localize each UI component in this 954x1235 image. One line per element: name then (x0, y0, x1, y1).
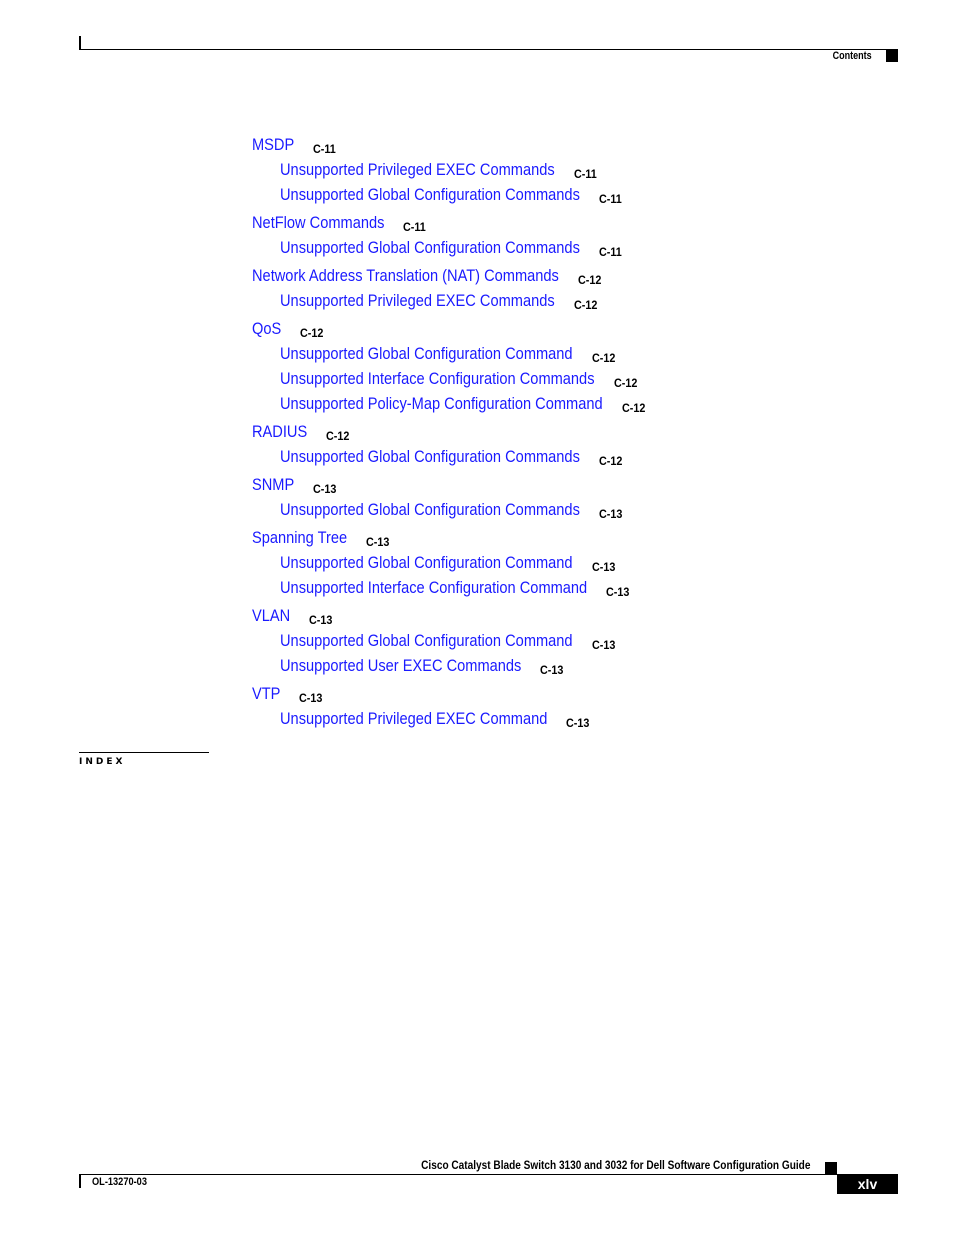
toc-page-number: C-13 (366, 535, 390, 549)
toc-link[interactable]: Unsupported Global Configuration Command (280, 631, 573, 651)
toc-page-number: C-11 (598, 245, 622, 259)
toc-page-number: C-11 (313, 142, 337, 156)
toc-link[interactable]: Spanning Tree (252, 528, 347, 548)
toc-link[interactable]: VLAN (252, 606, 290, 626)
toc-entry-subsection: Unsupported Interface Configuration Comm… (280, 369, 646, 390)
toc-entry-section: MSDP C-11 (252, 135, 336, 156)
toc-entry-subsection: Unsupported Global Configuration Command… (280, 553, 620, 574)
toc-link[interactable]: Unsupported Interface Configuration Comm… (280, 369, 595, 389)
toc-page-number: C-11 (598, 192, 622, 206)
toc-link[interactable]: Unsupported Global Configuration Command… (280, 238, 580, 258)
toc-link[interactable]: RADIUS (252, 422, 307, 442)
toc-entry-subsection: Unsupported Interface Configuration Comm… (280, 578, 637, 599)
toc-entry-subsection: Unsupported Privileged EXEC Commands C-12 (280, 291, 599, 312)
toc-page-number: C-13 (313, 482, 337, 496)
toc-link[interactable]: Unsupported Policy-Map Configuration Com… (280, 394, 603, 414)
toc-entry-section: VTP C-13 (252, 684, 323, 705)
toc-page-number: C-12 (573, 298, 598, 312)
toc-link[interactable]: VTP (252, 684, 280, 704)
toc-link[interactable]: Unsupported Global Configuration Command… (280, 500, 580, 520)
toc-link[interactable]: Unsupported Global Configuration Command (280, 344, 573, 364)
toc-entry-section: NetFlow Commands C-11 (252, 213, 426, 234)
footer-rule (79, 1174, 898, 1175)
toc-link[interactable]: Unsupported Interface Configuration Comm… (280, 578, 587, 598)
toc-page-number: C-11 (403, 220, 427, 234)
header-marker-block (886, 50, 898, 62)
toc-link[interactable]: QoS (252, 319, 281, 339)
toc-page-number: C-13 (566, 716, 590, 730)
toc-page-number: C-12 (621, 401, 646, 415)
footer-page-number: xlv (837, 1174, 898, 1194)
footer-guide-title: Cisco Catalyst Blade Switch 3130 and 303… (420, 1158, 810, 1172)
toc-entry-subsection: Unsupported Privileged EXEC Commands C-11 (280, 160, 599, 181)
toc-entry-subsection: Unsupported Privileged EXEC Command C-13 (280, 709, 591, 730)
toc-page-number: C-12 (577, 273, 602, 287)
footer-doc-number: OL-13270-03 (92, 1176, 147, 1188)
toc-entry-section: SNMP C-13 (252, 475, 337, 496)
header-rule (79, 49, 898, 50)
toc-entry-subsection: Unsupported Global Configuration Command… (280, 631, 620, 652)
toc-link[interactable]: Unsupported Global Configuration Command… (280, 447, 580, 467)
footer-rule-vertical (79, 1175, 81, 1188)
toc-link[interactable]: Unsupported Global Configuration Command… (280, 185, 580, 205)
toc-entry-subsection: Unsupported Policy-Map Configuration Com… (280, 394, 655, 415)
toc-entry-subsection: Unsupported User EXEC Commands C-13 (280, 656, 564, 677)
toc-entry-section: Network Address Translation (NAT) Comman… (252, 266, 609, 287)
toc-link[interactable]: Unsupported Global Configuration Command (280, 553, 573, 573)
toc-page-number: C-12 (613, 376, 637, 390)
toc-entry-section: VLAN C-13 (252, 606, 333, 627)
toc-page-number: C-13 (606, 585, 630, 599)
toc-entry-section: RADIUS C-12 (252, 422, 350, 443)
toc-page-number: C-13 (591, 560, 615, 574)
toc-page-number: C-13 (591, 638, 615, 652)
toc-entry-subsection: Unsupported Global Configuration Command… (280, 185, 629, 206)
footer-marker-block (825, 1162, 837, 1174)
toc-entry-subsection: Unsupported Global Configuration Command… (280, 238, 629, 259)
toc-link[interactable]: Unsupported Privileged EXEC Commands (280, 291, 555, 311)
toc-page-number: C-11 (573, 167, 597, 181)
toc-page-number: C-13 (299, 691, 323, 705)
toc-page-number: C-12 (326, 429, 350, 443)
toc-link[interactable]: NetFlow Commands (252, 213, 384, 233)
toc-link[interactable]: Unsupported Privileged EXEC Commands (280, 160, 555, 180)
toc-link[interactable]: MSDP (252, 135, 294, 155)
toc-page-number: C-13 (309, 613, 333, 627)
toc-link[interactable]: Network Address Translation (NAT) Comman… (252, 266, 559, 286)
header-rule-vertical (79, 36, 81, 50)
toc-page-number: C-12 (591, 351, 615, 365)
toc-page-number: C-12 (300, 326, 324, 340)
toc-page-number: C-12 (598, 454, 623, 468)
toc-link[interactable]: SNMP (252, 475, 294, 495)
toc-entry-subsection: Unsupported Global Configuration Command… (280, 500, 629, 521)
toc-entry-subsection: Unsupported Global Configuration Command… (280, 447, 629, 468)
toc-page-number: C-13 (598, 507, 623, 521)
toc-page-number: C-13 (540, 663, 564, 677)
index-heading[interactable]: INDEX (79, 757, 125, 767)
header-section-label: Contents (832, 50, 872, 62)
toc-entry-section: QoS C-12 (252, 319, 324, 340)
toc-link[interactable]: Unsupported Privileged EXEC Command (280, 709, 547, 729)
index-rule (79, 752, 209, 753)
toc-link[interactable]: Unsupported User EXEC Commands (280, 656, 521, 676)
toc-entry-section: Spanning Tree C-13 (252, 528, 390, 549)
toc-entry-subsection: Unsupported Global Configuration Command… (280, 344, 620, 365)
